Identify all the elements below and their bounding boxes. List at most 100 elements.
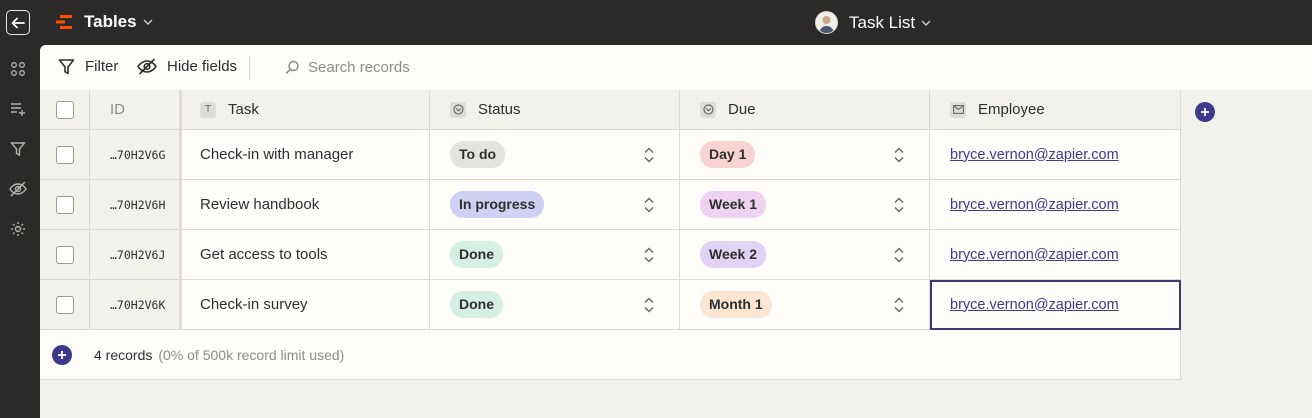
- task-cell[interactable]: Get access to tools: [182, 230, 430, 280]
- column-header-due[interactable]: Due: [680, 90, 930, 130]
- status-badge: Done: [450, 291, 503, 318]
- row-checkbox[interactable]: [55, 245, 74, 264]
- dropdown-field-icon: [450, 101, 466, 118]
- due-badge: Week 2: [700, 241, 766, 268]
- record-limit-text: (0% of 500k record limit used): [158, 347, 345, 363]
- employee-cell[interactable]: bryce.vernon@zapier.com: [930, 230, 1181, 280]
- column-header-id[interactable]: ID: [90, 90, 182, 130]
- page-title: Task List: [849, 12, 916, 32]
- row-select-cell: [40, 130, 90, 180]
- hide-fields-icon[interactable]: [9, 180, 27, 198]
- status-badge: To do: [450, 141, 506, 168]
- chevron-up-down-icon[interactable]: [893, 196, 905, 214]
- due-badge: Month 1: [700, 291, 772, 318]
- toolbar-divider: [249, 56, 250, 80]
- chevron-up-down-icon[interactable]: [893, 146, 905, 164]
- table-header-row: ID T Task Status Due Employee: [40, 90, 1181, 130]
- column-label-employee: Employee: [978, 101, 1045, 118]
- employee-cell[interactable]: bryce.vernon@zapier.com: [930, 130, 1181, 180]
- row-checkbox[interactable]: [55, 195, 74, 214]
- status-cell[interactable]: In progress: [430, 180, 680, 230]
- add-field-icon[interactable]: [9, 100, 27, 118]
- due-cell[interactable]: Month 1: [680, 280, 930, 330]
- status-cell[interactable]: Done: [430, 230, 680, 280]
- toolbar: Filter Hide fields Search records: [40, 45, 1312, 90]
- back-button[interactable]: [6, 10, 30, 35]
- id-cell[interactable]: …70H2V6G: [90, 130, 182, 180]
- task-text: Check-in survey: [200, 296, 308, 313]
- add-record-button[interactable]: [52, 345, 72, 365]
- column-label-status: Status: [478, 101, 521, 118]
- task-cell[interactable]: Check-in with manager: [182, 130, 430, 180]
- chevron-up-down-icon[interactable]: [893, 246, 905, 264]
- filter-icon: [58, 59, 75, 75]
- employee-email-link[interactable]: bryce.vernon@zapier.com: [950, 147, 1119, 163]
- row-select-cell: [40, 230, 90, 280]
- due-cell[interactable]: Day 1: [680, 130, 930, 180]
- add-field-button[interactable]: [1195, 102, 1215, 122]
- app-switcher[interactable]: Tables: [56, 12, 153, 32]
- eye-off-icon: [137, 58, 157, 75]
- top-bar: Tables Task List: [0, 0, 1312, 45]
- chevron-up-down-icon[interactable]: [893, 296, 905, 314]
- filter-icon[interactable]: [9, 140, 27, 158]
- app-name: Tables: [84, 12, 137, 31]
- table-row: …70H2V6G Check-in with manager To do Day…: [40, 130, 1181, 180]
- left-rail: [0, 45, 40, 418]
- select-all-checkbox[interactable]: [55, 100, 74, 119]
- select-all-cell: [40, 90, 90, 130]
- email-field-icon: [950, 101, 966, 118]
- record-id: …70H2V6H: [110, 197, 166, 212]
- chevron-up-down-icon[interactable]: [643, 146, 655, 164]
- employee-email-link[interactable]: bryce.vernon@zapier.com: [950, 247, 1119, 263]
- plus-icon: [58, 351, 66, 359]
- chevron-up-down-icon[interactable]: [643, 196, 655, 214]
- table-row: …70H2V6J Get access to tools Done Week 2…: [40, 230, 1181, 280]
- due-cell[interactable]: Week 2: [680, 230, 930, 280]
- hide-fields-label: Hide fields: [167, 58, 238, 75]
- column-header-status[interactable]: Status: [430, 90, 680, 130]
- employee-cell[interactable]: bryce.vernon@zapier.com: [930, 180, 1181, 230]
- employee-email-link[interactable]: bryce.vernon@zapier.com: [950, 197, 1119, 213]
- table-row: …70H2V6H Review handbook In progress Wee…: [40, 180, 1181, 230]
- due-badge: Day 1: [700, 141, 756, 168]
- column-header-employee[interactable]: Employee: [930, 90, 1181, 130]
- id-cell[interactable]: …70H2V6H: [90, 180, 182, 230]
- chevron-down-icon: [143, 19, 153, 25]
- record-count-text: 4 records: [94, 347, 153, 363]
- filter-label: Filter: [85, 58, 119, 75]
- zap-integrations-icon[interactable]: [9, 60, 27, 78]
- search-input[interactable]: Search records: [285, 59, 410, 76]
- chevron-up-down-icon[interactable]: [643, 296, 655, 314]
- task-cell[interactable]: Review handbook: [182, 180, 430, 230]
- column-header-task[interactable]: T Task: [182, 90, 430, 130]
- record-count: 4 records (0% of 500k record limit used): [94, 347, 344, 363]
- chevron-up-down-icon[interactable]: [643, 246, 655, 264]
- gear-icon[interactable]: [9, 220, 27, 238]
- task-text: Get access to tools: [200, 246, 328, 263]
- record-id: …70H2V6J: [110, 247, 166, 262]
- hide-fields-button[interactable]: Hide fields: [137, 58, 237, 75]
- due-cell[interactable]: Week 1: [680, 180, 930, 230]
- table-title-menu[interactable]: Task List: [815, 11, 931, 34]
- plus-icon: [1201, 108, 1209, 116]
- status-cell[interactable]: To do: [430, 130, 680, 180]
- employee-email-link[interactable]: bryce.vernon@zapier.com: [950, 297, 1119, 313]
- table-row: …70H2V6K Check-in survey Done Month 1 br…: [40, 280, 1181, 330]
- search-icon: [285, 60, 299, 75]
- status-badge: Done: [450, 241, 503, 268]
- column-label-id: ID: [110, 101, 125, 118]
- id-cell[interactable]: …70H2V6K: [90, 280, 182, 330]
- employee-cell[interactable]: bryce.vernon@zapier.com: [930, 280, 1181, 330]
- dropdown-field-icon: [700, 101, 716, 118]
- filter-button[interactable]: Filter: [58, 58, 118, 75]
- task-text: Check-in with manager: [200, 146, 354, 163]
- status-badge: In progress: [450, 191, 545, 218]
- status-cell[interactable]: Done: [430, 280, 680, 330]
- main-panel: Filter Hide fields Search records ID T T…: [40, 45, 1312, 418]
- id-cell[interactable]: …70H2V6J: [90, 230, 182, 280]
- chevron-down-icon: [921, 20, 931, 26]
- row-checkbox[interactable]: [55, 295, 74, 314]
- row-checkbox[interactable]: [55, 145, 74, 164]
- task-cell[interactable]: Check-in survey: [182, 280, 430, 330]
